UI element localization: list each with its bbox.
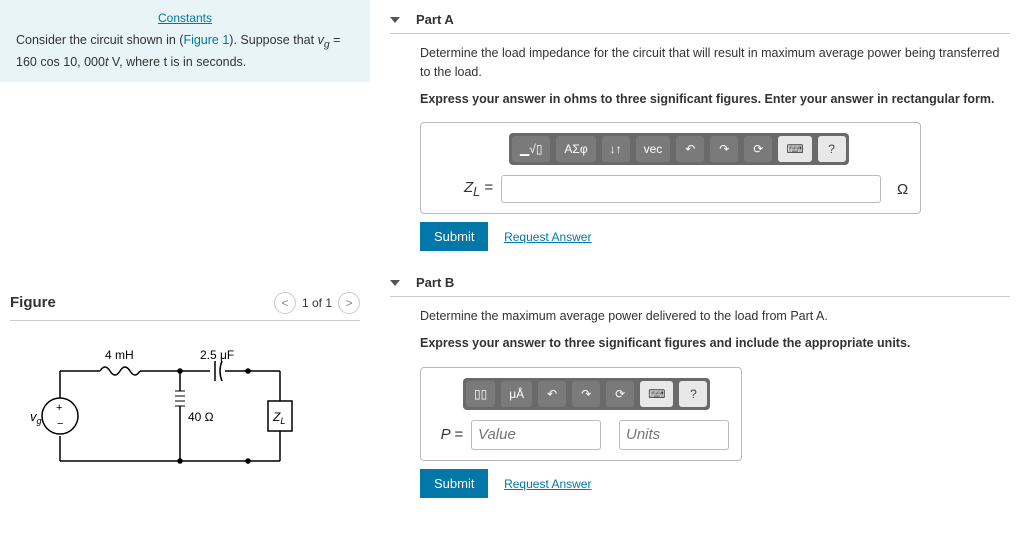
undo-icon[interactable]: ↶: [676, 136, 704, 162]
part-b-request-answer-link[interactable]: Request Answer: [504, 477, 591, 491]
subscript-icon[interactable]: ↓↑: [602, 136, 630, 162]
part-b-directions: Express your answer to three significant…: [420, 334, 1010, 353]
undo-icon[interactable]: ↶: [538, 381, 566, 407]
constants-link[interactable]: Constants: [158, 11, 212, 25]
keyboard-icon[interactable]: ⌨: [640, 381, 673, 407]
units-icon[interactable]: μÅ: [501, 381, 532, 407]
source-label: vg: [30, 409, 42, 426]
part-b-toolbar: ▯▯ μÅ ↶ ↷ ⟳ ⌨ ?: [463, 378, 710, 410]
svg-text:+: +: [56, 402, 62, 414]
vec-button[interactable]: vec: [636, 136, 671, 162]
figure-nav-label: 1 of 1: [302, 296, 332, 310]
resistor-label: 40 Ω: [188, 410, 214, 424]
part-b-variable: P =: [433, 426, 463, 443]
figure-header: Figure < 1 of 1 >: [0, 292, 370, 314]
part-a-request-answer-link[interactable]: Request Answer: [504, 230, 591, 244]
template-icon[interactable]: ▁√▯: [512, 136, 550, 162]
help-icon[interactable]: ?: [679, 381, 707, 407]
svg-text:−: −: [57, 418, 63, 430]
part-b-value-input[interactable]: [471, 420, 601, 450]
keyboard-icon[interactable]: ⌨: [778, 136, 811, 162]
problem-statement: Constants Consider the circuit shown in …: [0, 0, 370, 82]
template-icon[interactable]: ▯▯: [466, 381, 495, 407]
part-a-variable: ZL =: [433, 179, 493, 199]
part-b-input-box: ▯▯ μÅ ↶ ↷ ⟳ ⌨ ? P =: [420, 367, 742, 461]
divider: [10, 320, 360, 321]
part-b-question: Determine the maximum average power deli…: [420, 307, 1010, 326]
reset-icon[interactable]: ⟳: [744, 136, 772, 162]
part-b-submit-button[interactable]: Submit: [420, 469, 488, 498]
part-a-directions: Express your answer in ohms to three sig…: [420, 90, 1010, 109]
help-icon[interactable]: ?: [818, 136, 846, 162]
collapse-icon[interactable]: [390, 17, 400, 23]
part-b-title: Part B: [416, 275, 454, 290]
part-a-answer-input[interactable]: [501, 175, 881, 203]
symbols-icon[interactable]: ΑΣφ: [556, 136, 595, 162]
figure-link[interactable]: Figure 1: [183, 33, 229, 47]
inductor-label: 4 mH: [105, 348, 134, 362]
part-a-toolbar: ▁√▯ ΑΣφ ↓↑ vec ↶ ↷ ⟳ ⌨ ?: [509, 133, 849, 165]
redo-icon[interactable]: ↷: [572, 381, 600, 407]
circuit-figure: 4 mH 2.5 μF 40 Ω vg + − ZL: [30, 341, 340, 484]
figure-prev-button[interactable]: <: [274, 292, 296, 314]
capacitor-label: 2.5 μF: [200, 348, 234, 362]
figure-next-button[interactable]: >: [338, 292, 360, 314]
collapse-icon[interactable]: [390, 280, 400, 286]
part-a-header[interactable]: Part A: [390, 6, 1010, 33]
figure-title: Figure: [10, 294, 274, 311]
part-a-question: Determine the load impedance for the cir…: [420, 44, 1010, 82]
part-a-submit-button[interactable]: Submit: [420, 222, 488, 251]
reset-icon[interactable]: ⟳: [606, 381, 634, 407]
problem-text: Consider the circuit shown in (Figure 1)…: [16, 31, 354, 72]
part-a-title: Part A: [416, 12, 454, 27]
part-a-unit: Ω: [897, 181, 908, 198]
load-label: ZL: [272, 410, 285, 426]
part-a-input-box: ▁√▯ ΑΣφ ↓↑ vec ↶ ↷ ⟳ ⌨ ? ZL = Ω: [420, 122, 921, 214]
part-b-units-input[interactable]: [619, 420, 729, 450]
part-b-header[interactable]: Part B: [390, 269, 1010, 296]
redo-icon[interactable]: ↷: [710, 136, 738, 162]
